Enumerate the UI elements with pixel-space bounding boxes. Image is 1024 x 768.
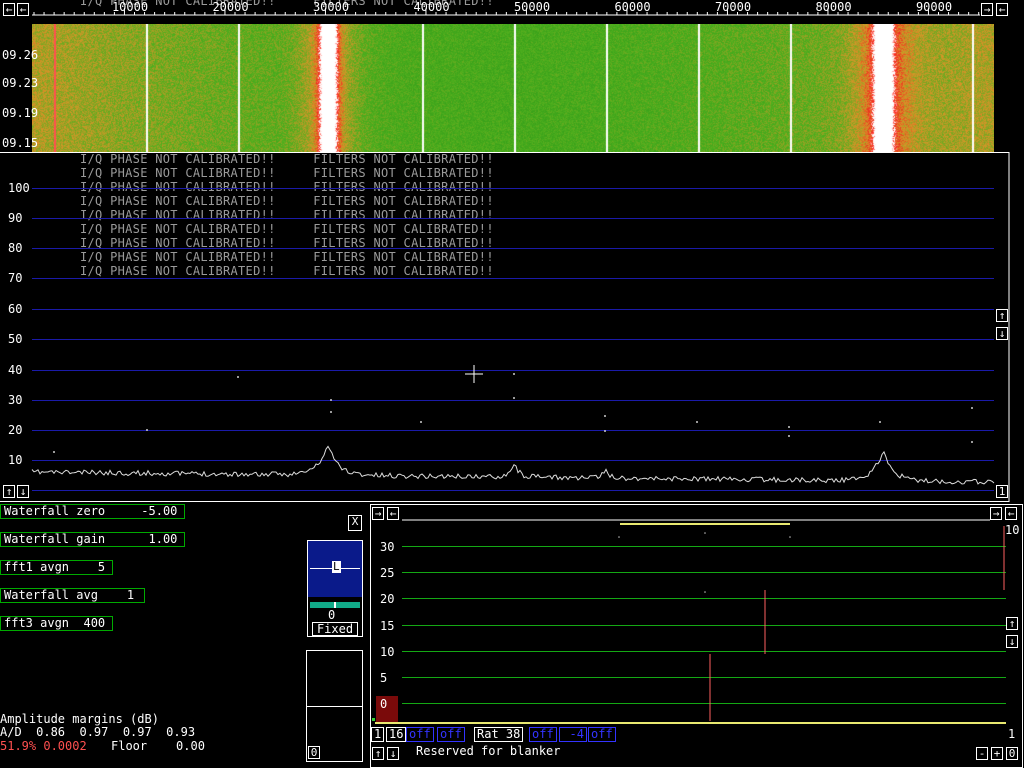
baseband-off2-button[interactable]: off bbox=[437, 727, 465, 742]
waterfall-time-label: 09.23 bbox=[2, 76, 39, 90]
spectrum-y-label: 50 bbox=[8, 332, 23, 346]
waterfall-avg-field[interactable]: Waterfall avg 1 bbox=[0, 588, 145, 603]
baseband-graph[interactable] bbox=[370, 504, 1024, 768]
baseband-left-button[interactable]: ← bbox=[387, 507, 399, 520]
baseband-y-label: 0 bbox=[380, 697, 388, 711]
status-red-text: 51.9% 0.0002 bbox=[0, 739, 87, 753]
frequency-label: 80000 bbox=[815, 0, 852, 14]
spectrum-graph[interactable] bbox=[0, 152, 1024, 502]
plus-button[interactable]: + bbox=[991, 747, 1003, 760]
waterfall-gain-field[interactable]: Waterfall gain 1.00 bbox=[0, 532, 185, 547]
amplitude-box-button[interactable]: 0 bbox=[308, 746, 320, 759]
spectrum-y-label: 100 bbox=[8, 181, 30, 195]
baseband-off4-button[interactable]: off bbox=[588, 727, 616, 742]
spectrum-y-label: 80 bbox=[8, 241, 23, 255]
frequency-label: 90000 bbox=[915, 0, 953, 14]
frequency-label: 60000 bbox=[614, 0, 651, 14]
baseband-b1-button[interactable]: 1 bbox=[371, 727, 385, 742]
fft1-avgn-field[interactable]: fft1 avgn 5 bbox=[0, 560, 113, 575]
baseband-y-label: 20 bbox=[380, 592, 395, 606]
spectrum-y-label: 10 bbox=[8, 453, 23, 467]
waterfall-time-label: 09.26 bbox=[2, 48, 39, 62]
baseband-down-button[interactable]: ↓ bbox=[1006, 635, 1018, 648]
spectrum-avg-button[interactable]: 1 bbox=[996, 485, 1008, 498]
meter-value: 0 bbox=[328, 608, 336, 622]
baseband-y-label: 5 bbox=[380, 671, 388, 685]
waterfall-display[interactable] bbox=[32, 24, 994, 152]
baseband-left-fast-button[interactable]: ← bbox=[1005, 507, 1017, 520]
spectrum-zoom-down-button[interactable]: ↓ bbox=[17, 485, 29, 498]
spectrum-trace bbox=[31, 445, 995, 485]
baseband-status-down-button[interactable]: ↓ bbox=[387, 747, 399, 760]
baseband-y-label: 30 bbox=[380, 540, 395, 554]
spectrum-y-label: 90 bbox=[8, 211, 23, 225]
waterfall-zero-field[interactable]: Waterfall zero -5.00 bbox=[0, 504, 185, 519]
baseband-minus4-button[interactable]: -4 bbox=[559, 727, 587, 742]
spectrum-down-button[interactable]: ↓ bbox=[996, 327, 1008, 340]
amplitude-box: 0 bbox=[306, 650, 363, 762]
waterfall-time-label: 09.15 bbox=[2, 136, 39, 150]
baseband-y-label: 25 bbox=[380, 566, 395, 580]
frequency-label: 50000 bbox=[513, 0, 551, 14]
baseband-y-label: 15 bbox=[380, 619, 395, 633]
baseband-up-button[interactable]: ↑ bbox=[1006, 617, 1018, 630]
spectrum-up-button[interactable]: ↑ bbox=[996, 309, 1008, 322]
spectrum-y-label: 20 bbox=[8, 423, 23, 437]
close-panel-button[interactable]: X bbox=[348, 515, 362, 531]
spectrum-y-label: 70 bbox=[8, 271, 23, 285]
baseband-rat-button[interactable]: Rat 38 bbox=[474, 727, 524, 742]
baseband-top-right-label: 10 bbox=[1005, 523, 1020, 537]
fft3-avgn-field[interactable]: fft3 avgn 400 bbox=[0, 616, 113, 631]
zero-button[interactable]: 0 bbox=[1006, 747, 1018, 760]
spectrum-y-label: 40 bbox=[8, 363, 23, 377]
spectrum-y-label: 30 bbox=[8, 393, 23, 407]
baseband-status-up-button[interactable]: ↑ bbox=[372, 747, 384, 760]
baseband-b16-button[interactable]: 16 bbox=[386, 727, 407, 742]
level-meter[interactable]: L 0 Fixed bbox=[307, 540, 363, 637]
spectrum-y-label: 60 bbox=[8, 302, 23, 316]
baseband-bottom-right-label: 1 bbox=[1008, 727, 1016, 741]
minus-button[interactable]: - bbox=[976, 747, 988, 760]
baseband-off3-button[interactable]: off bbox=[529, 727, 557, 742]
crosshair-cursor bbox=[465, 365, 483, 383]
frequency-label: 40000 bbox=[413, 0, 450, 14]
waterfall-time-label: 09.19 bbox=[2, 106, 39, 120]
meter-marker: L bbox=[332, 560, 341, 573]
baseband-y-label: 10 bbox=[380, 645, 395, 659]
baseband-off1-button[interactable]: off bbox=[406, 727, 434, 742]
baseband-right-fast-button[interactable]: → bbox=[990, 507, 1002, 520]
blanker-status: Reserved for blanker bbox=[416, 744, 561, 758]
frequency-label: 20000 bbox=[212, 0, 249, 14]
baseband-right-button[interactable]: → bbox=[372, 507, 384, 520]
floor-value: Floor 0.00 bbox=[111, 739, 205, 753]
frequency-label: 70000 bbox=[714, 0, 752, 14]
meter-mode-button[interactable]: Fixed bbox=[312, 622, 358, 636]
amplitude-ad-values: A/D 0.86 0.97 0.97 0.93 bbox=[0, 725, 196, 739]
frequency-label: 30000 bbox=[312, 0, 350, 14]
frequency-label: 10000 bbox=[111, 0, 149, 14]
spectrum-zoom-up-button[interactable]: ↑ bbox=[3, 485, 15, 498]
